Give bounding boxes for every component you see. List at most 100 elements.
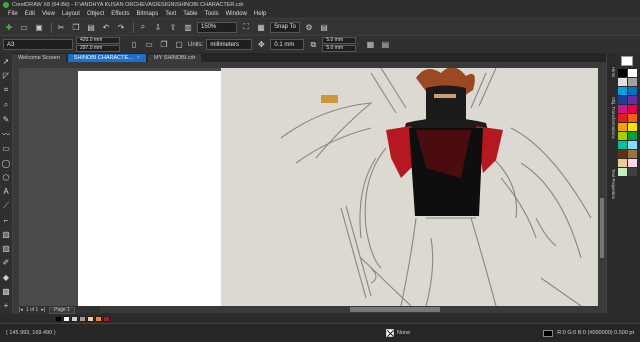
menu-window[interactable]: Window bbox=[226, 11, 247, 17]
interactive-fill-icon[interactable]: ◆ bbox=[1, 273, 11, 282]
parallel-dimension-icon[interactable]: ⟋ bbox=[1, 201, 11, 211]
tab-shinobi-character[interactable]: SHINOBI CHARACTE... × bbox=[67, 54, 146, 62]
palette-color-swatch[interactable] bbox=[628, 69, 637, 77]
palette-color-swatch[interactable] bbox=[628, 141, 637, 149]
first-page-icon[interactable]: |◂ bbox=[19, 307, 23, 313]
rectangle-tool-icon[interactable]: ▭ bbox=[1, 144, 11, 153]
palette-color-swatch[interactable] bbox=[628, 159, 637, 167]
page-1-tab[interactable]: Page 1 bbox=[49, 306, 75, 314]
eyedropper-icon[interactable]: ✐ bbox=[1, 258, 11, 267]
palette-color-swatch[interactable] bbox=[618, 105, 627, 113]
application-launcher-icon[interactable]: ▤ bbox=[318, 21, 330, 33]
freehand-tool-icon[interactable]: ✎ bbox=[1, 115, 11, 124]
menu-help[interactable]: Help bbox=[254, 11, 266, 17]
landscape-icon[interactable]: ▭ bbox=[143, 39, 155, 51]
vertical-scrollbar[interactable] bbox=[598, 68, 606, 306]
palette-color-swatch[interactable] bbox=[628, 132, 637, 140]
next-page-icon[interactable]: ▸| bbox=[41, 307, 45, 313]
sketch-bitmap[interactable] bbox=[221, 68, 606, 306]
new-document-icon[interactable]: ✚ bbox=[3, 21, 15, 33]
menu-bitmaps[interactable]: Bitmaps bbox=[137, 11, 159, 17]
no-color-swatch-icon[interactable] bbox=[621, 56, 633, 66]
palette-color-swatch[interactable] bbox=[618, 96, 627, 104]
connector-tool-icon[interactable]: ⌐ bbox=[1, 216, 11, 225]
duplicate-x-field[interactable]: 5.0 mm bbox=[322, 36, 357, 44]
palette-color-swatch[interactable] bbox=[628, 105, 637, 113]
transparency-tool-icon[interactable]: ▨ bbox=[1, 244, 11, 253]
document-color-swatch[interactable] bbox=[103, 315, 110, 322]
palette-color-swatch[interactable] bbox=[618, 69, 627, 77]
all-pages-icon[interactable]: ❐ bbox=[158, 39, 170, 51]
document-color-swatch[interactable] bbox=[55, 315, 62, 322]
palette-color-swatch[interactable] bbox=[618, 159, 627, 167]
ellipse-tool-icon[interactable]: ◯ bbox=[1, 159, 11, 168]
menu-tools[interactable]: Tools bbox=[205, 11, 219, 17]
horizontal-scroll-thumb[interactable] bbox=[350, 307, 440, 312]
docker-tab-object-manager[interactable]: Obj. Transformations bbox=[608, 97, 616, 167]
search-content-icon[interactable]: ⌕ bbox=[137, 21, 149, 33]
full-screen-icon[interactable]: ⛶ bbox=[240, 21, 252, 33]
palette-color-swatch[interactable] bbox=[618, 123, 627, 131]
palette-color-swatch[interactable] bbox=[628, 123, 637, 131]
vertical-scroll-thumb[interactable] bbox=[600, 198, 604, 258]
palette-color-swatch[interactable] bbox=[618, 150, 627, 158]
pick-tool-icon[interactable]: ➚ bbox=[1, 57, 11, 66]
palette-color-swatch[interactable] bbox=[618, 87, 627, 95]
document-color-swatch[interactable] bbox=[71, 315, 78, 322]
current-page-icon[interactable]: ▢ bbox=[173, 39, 185, 51]
zoom-tool-icon[interactable]: ⌕ bbox=[1, 100, 11, 110]
menu-text[interactable]: Text bbox=[165, 11, 176, 17]
add-tool-icon[interactable]: + bbox=[1, 301, 11, 310]
undo-icon[interactable]: ↶ bbox=[100, 21, 112, 33]
outline-indicator[interactable]: R:0 G:0 B:0 (#000000) 0.500 pt bbox=[543, 329, 634, 337]
close-tab-icon[interactable]: × bbox=[137, 55, 140, 61]
docker-tab-text-properties[interactable]: Text Properties bbox=[608, 169, 616, 229]
zoom-level-select[interactable]: 150% bbox=[197, 21, 237, 33]
page-height-field[interactable]: 297.0 mm bbox=[76, 44, 120, 52]
menu-view[interactable]: View bbox=[42, 11, 55, 17]
palette-color-swatch[interactable] bbox=[618, 132, 627, 140]
palette-color-swatch[interactable] bbox=[628, 87, 637, 95]
menu-effects[interactable]: Effects bbox=[111, 11, 129, 17]
document-color-swatch[interactable] bbox=[63, 315, 70, 322]
horizontal-scrollbar[interactable] bbox=[100, 306, 606, 313]
tab-welcome-screen[interactable]: Welcome Screen bbox=[12, 54, 66, 62]
crop-tool-icon[interactable]: ⌗ bbox=[1, 85, 11, 95]
snap-to-dropdown[interactable]: Snap To bbox=[270, 21, 300, 33]
palette-color-swatch[interactable] bbox=[628, 150, 637, 158]
smart-fill-icon[interactable]: ▩ bbox=[1, 287, 11, 296]
document-color-swatch[interactable] bbox=[87, 315, 94, 322]
drop-shadow-icon[interactable]: ▧ bbox=[1, 230, 11, 239]
paste-icon[interactable]: ▤ bbox=[85, 21, 97, 33]
palette-color-swatch[interactable] bbox=[628, 114, 637, 122]
polygon-tool-icon[interactable]: ⬠ bbox=[1, 173, 11, 182]
text-tool-icon[interactable]: A bbox=[1, 187, 11, 196]
nudge-distance-field[interactable]: 0.1 mm bbox=[270, 39, 305, 50]
menu-table[interactable]: Table bbox=[183, 11, 197, 17]
units-settings-icon[interactable]: ▦ bbox=[364, 39, 376, 51]
options-gear-icon[interactable]: ⚙ bbox=[303, 21, 315, 33]
drawing-canvas[interactable] bbox=[19, 68, 606, 306]
page-width-field[interactable]: 420.0 mm bbox=[76, 36, 120, 44]
tab-my-shinobi[interactable]: MY SHINOBI.cdr bbox=[147, 54, 202, 62]
save-icon[interactable]: ▣ bbox=[33, 21, 45, 33]
palette-color-swatch[interactable] bbox=[618, 78, 627, 86]
units-select[interactable]: millimeters bbox=[206, 39, 253, 50]
portrait-icon[interactable]: ▯ bbox=[128, 39, 140, 51]
rulers-icon[interactable]: ▦ bbox=[255, 21, 267, 33]
artistic-media-icon[interactable]: 〰 bbox=[1, 129, 11, 139]
redo-icon[interactable]: ↷ bbox=[115, 21, 127, 33]
open-icon[interactable]: ▭ bbox=[18, 21, 30, 33]
copy-icon[interactable]: ❐ bbox=[70, 21, 82, 33]
menu-file[interactable]: File bbox=[8, 11, 18, 17]
shape-tool-icon[interactable]: ◸ bbox=[1, 71, 11, 80]
document-color-swatch[interactable] bbox=[79, 315, 86, 322]
palette-color-swatch[interactable] bbox=[618, 141, 627, 149]
document-page[interactable] bbox=[78, 71, 221, 306]
palette-color-swatch[interactable] bbox=[618, 168, 627, 176]
palette-color-swatch[interactable] bbox=[628, 78, 637, 86]
fill-indicator[interactable]: None bbox=[386, 329, 410, 337]
duplicate-y-field[interactable]: 5.0 mm bbox=[322, 44, 357, 52]
cut-icon[interactable]: ✂ bbox=[55, 21, 67, 33]
palette-color-swatch[interactable] bbox=[628, 96, 637, 104]
